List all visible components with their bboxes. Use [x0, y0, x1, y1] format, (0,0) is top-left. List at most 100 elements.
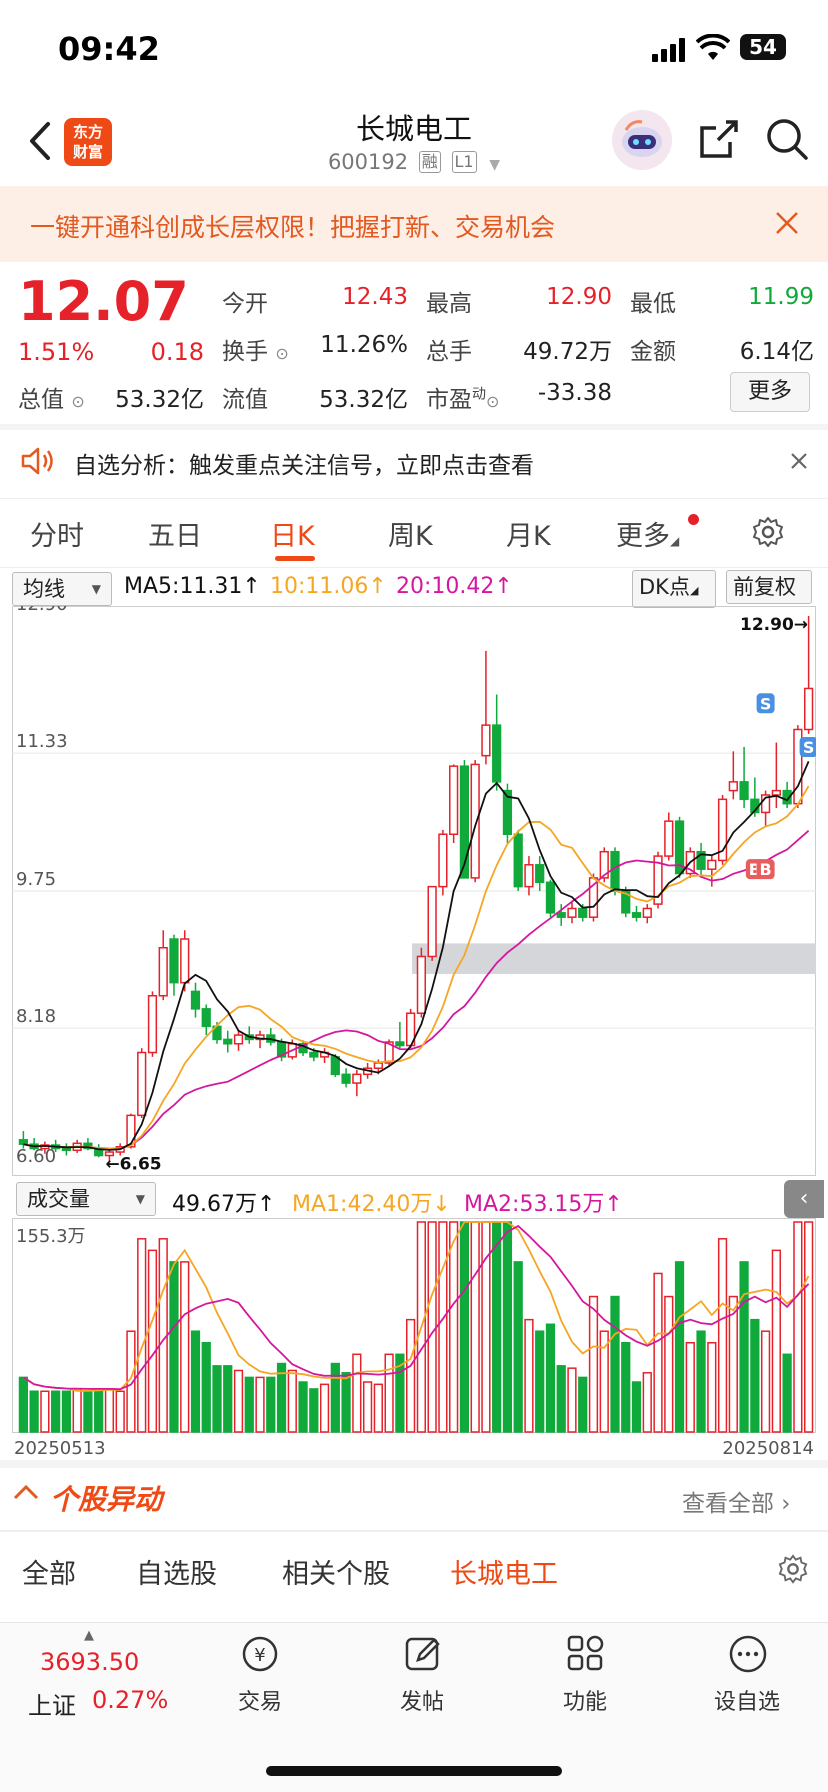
volume-bar — [707, 1342, 717, 1433]
candle-body — [61, 1147, 72, 1152]
close-notice-icon[interactable] — [790, 452, 808, 474]
cellular-signal-icon — [652, 38, 688, 66]
level-tag: L1 — [451, 151, 477, 173]
candle-body — [481, 724, 491, 757]
candle-body — [352, 1073, 362, 1084]
volume-bar — [29, 1390, 39, 1433]
tab-this-stock[interactable]: 长城电工 — [450, 1552, 558, 1591]
volume-bar — [255, 1376, 265, 1433]
add-watchlist-icon[interactable] — [728, 1634, 768, 1678]
volume-bar — [266, 1376, 276, 1433]
volume-indicator-select[interactable]: 成交量 ▼ — [16, 1182, 156, 1216]
tab-daily-k[interactable]: 日K — [270, 514, 315, 553]
float-label: 流值 — [222, 387, 268, 413]
volume-chart[interactable]: 155.3万 20250513 20250814 — [12, 1218, 816, 1458]
stock-code: 600192 — [327, 150, 409, 174]
low-label: 最低 — [630, 291, 676, 317]
tab-monthly-k[interactable]: 月K — [506, 514, 551, 553]
turnover-label: 换手 ⊙ — [222, 339, 289, 365]
candle-body — [642, 907, 652, 918]
ma10-label: 10:11.06↑ — [270, 574, 387, 599]
amount-value: 6.14亿 — [739, 339, 814, 365]
tab-more[interactable]: 更多◢ — [616, 514, 679, 553]
index-change: 0.27% — [92, 1686, 169, 1714]
volume-bar — [244, 1376, 254, 1433]
dk-point-button[interactable]: DK点◢ — [632, 570, 716, 608]
post-icon[interactable] — [404, 1634, 444, 1678]
low-marker: ←6.65 — [105, 1155, 161, 1175]
pe-label: 市盈动⊙ — [426, 386, 500, 413]
robot-assistant-icon[interactable] — [612, 110, 672, 170]
pe-value: -33.38 — [537, 380, 612, 406]
candle-body — [427, 885, 437, 958]
collapse-panel-button[interactable]: ‹ — [784, 1180, 824, 1218]
signal-label: S — [803, 738, 815, 757]
open-value: 12.43 — [342, 284, 408, 310]
volume-bar — [319, 1383, 330, 1433]
trade-icon[interactable]: ¥ — [240, 1634, 280, 1678]
adjust-button[interactable]: 前复权 — [726, 570, 812, 604]
ma5-label: MA5:11.31↑ — [124, 574, 261, 599]
volume-bar — [115, 1390, 125, 1433]
volume-bar — [535, 1330, 545, 1433]
functions-icon[interactable] — [566, 1634, 606, 1678]
view-all-link[interactable]: 查看全部 › — [682, 1484, 791, 1518]
candle-body — [416, 955, 427, 1014]
y-tick-label: 12.90 — [16, 606, 68, 615]
volume-bar — [362, 1381, 373, 1433]
volume-bar — [642, 1372, 652, 1433]
volume-bar — [405, 1318, 416, 1433]
candle-body — [438, 833, 448, 888]
tab-weekly-k[interactable]: 周K — [388, 514, 433, 553]
volume-bar — [449, 1221, 459, 1433]
candle-body — [535, 864, 545, 884]
volume-bar — [298, 1381, 308, 1433]
nav-functions[interactable]: 功能 — [530, 1684, 640, 1716]
search-icon[interactable] — [764, 116, 810, 166]
volume-bar — [309, 1388, 319, 1433]
candlestick-chart[interactable]: 12.9011.339.758.186.6012.90→←6.65SSBB — [12, 606, 816, 1176]
more-button[interactable]: 更多 — [730, 372, 810, 412]
index-value[interactable]: 3693.50 — [40, 1648, 139, 1676]
volume-bar — [588, 1295, 599, 1433]
nav-post[interactable]: 发帖 — [367, 1684, 477, 1716]
share-icon[interactable] — [696, 118, 740, 166]
volume-bar — [137, 1238, 147, 1433]
volume-bar — [51, 1390, 61, 1433]
tab-intraday[interactable]: 分时 — [30, 514, 84, 553]
close-icon[interactable] — [774, 210, 800, 240]
candle-body — [545, 881, 556, 914]
volume-bar — [782, 1353, 792, 1433]
volume-bar — [287, 1369, 297, 1433]
tab-all[interactable]: 全部 — [22, 1552, 76, 1591]
volume-bar — [610, 1295, 620, 1433]
volume-bar — [513, 1261, 523, 1433]
chevron-down-icon: ▼ — [489, 157, 501, 173]
volume-bar — [147, 1249, 158, 1433]
nav-trade[interactable]: 交易 — [205, 1684, 315, 1716]
nav-add-watchlist[interactable]: 设自选 — [692, 1684, 802, 1716]
candle-body — [449, 765, 459, 836]
divider — [0, 1460, 828, 1468]
y-tick-label: 8.18 — [16, 1006, 56, 1027]
chevron-up-icon — [12, 1482, 40, 1506]
settings-gear-icon[interactable] — [752, 516, 784, 552]
volume-bar — [685, 1342, 695, 1433]
volume-label: 总手 — [426, 339, 472, 365]
wifi-icon — [695, 33, 731, 66]
tab-watchlist[interactable]: 自选股 — [136, 1552, 217, 1591]
volume-bar — [653, 1272, 663, 1433]
tab-five-day[interactable]: 五日 — [148, 514, 202, 553]
battery-level: 54 — [749, 35, 777, 59]
signal-label: B — [759, 860, 771, 879]
candle-body — [492, 724, 502, 783]
mktcap-value: 53.32亿 — [115, 387, 204, 413]
abnormal-settings-icon[interactable] — [778, 1554, 808, 1588]
status-time: 09:42 — [58, 30, 160, 68]
notice-text[interactable]: 自选分析：触发重点关注信号，立即点击查看 — [74, 446, 534, 480]
tab-related[interactable]: 相关个股 — [282, 1552, 390, 1591]
amount-label: 金额 — [630, 339, 676, 365]
indicator-select[interactable]: 均线 ▼ — [12, 572, 112, 606]
candle-body — [180, 938, 190, 984]
current-price: 12.07 — [18, 270, 189, 333]
